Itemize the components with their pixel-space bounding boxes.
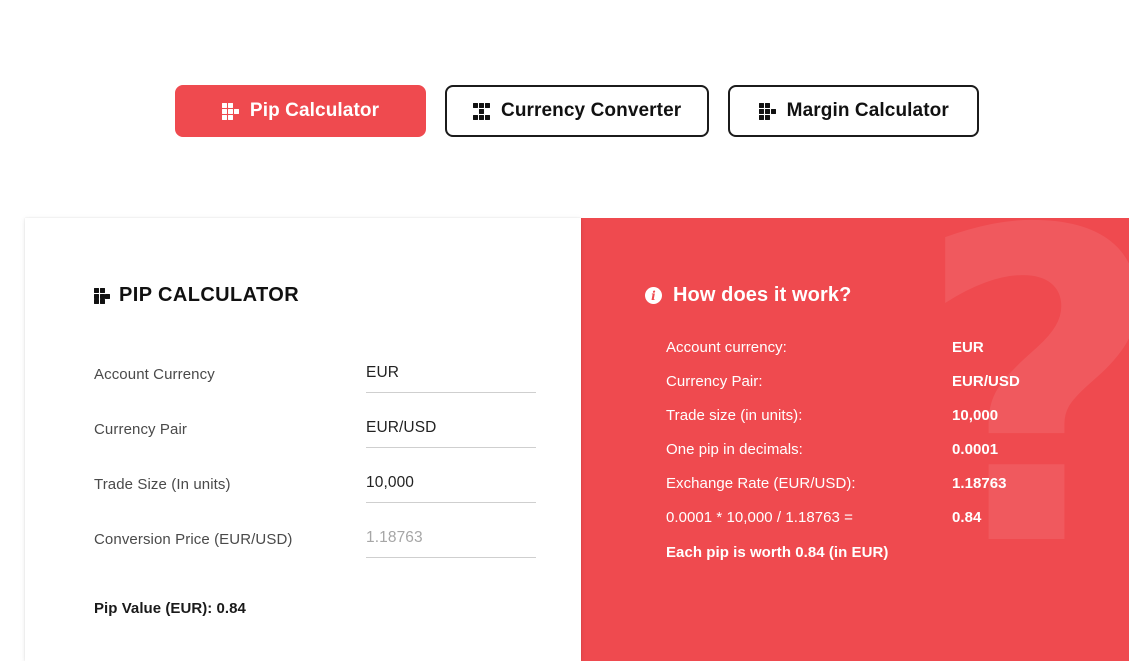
grid-margin-icon	[758, 102, 776, 120]
explainer-exchange-rate-label: Exchange Rate (EUR/USD):	[666, 475, 856, 492]
explainer-account-currency-value: EUR	[952, 339, 984, 356]
calculator-tab-bar: Pip Calculator Currency Converter Margin…	[0, 85, 1129, 137]
explainer-one-pip-label: One pip in decimals:	[666, 441, 803, 458]
pip-calculator-form: Account Currency EUR Currency Pair EUR/U…	[94, 356, 536, 576]
tab-currency-converter[interactable]: Currency Converter	[445, 85, 710, 137]
field-row-trade-size: Trade Size (In units) 10,000	[94, 466, 536, 521]
page-title: PIP CALCULATOR	[94, 284, 299, 307]
explainer-trade-size-value: 10,000	[952, 407, 999, 424]
pip-value-result: Pip Value (EUR): 0.84	[94, 600, 246, 617]
currency-pair-value: EUR/USD	[366, 419, 437, 436]
trade-size-label: Trade Size (In units)	[94, 476, 231, 493]
account-currency-value: EUR	[366, 364, 400, 381]
trade-size-input[interactable]: 10,000	[366, 466, 536, 503]
tab-margin-calculator[interactable]: Margin Calculator	[728, 85, 980, 137]
explainer-formula-label: 0.0001 * 10,000 / 1.18763 =	[666, 509, 853, 526]
field-row-account-currency: Account Currency EUR	[94, 356, 536, 411]
calculator-panels: PIP CALCULATOR Account Currency EUR Curr…	[25, 218, 1129, 661]
currency-pair-label: Currency Pair	[94, 421, 187, 438]
field-row-currency-pair: Currency Pair EUR/USD	[94, 411, 536, 466]
explainer-currency-pair-value: EUR/USD	[952, 373, 1020, 390]
explainer-row: Trade size (in units): 10,000	[666, 407, 1066, 441]
explainer-row: One pip in decimals: 0.0001	[666, 441, 1066, 475]
account-currency-label: Account Currency	[94, 366, 215, 383]
field-row-conversion-price: Conversion Price (EUR/USD) 1.18763	[94, 521, 536, 576]
page-title-label: PIP CALCULATOR	[119, 284, 300, 306]
tab-pip-calculator[interactable]: Pip Calculator	[175, 85, 426, 137]
currency-pair-input[interactable]: EUR/USD	[366, 411, 536, 448]
conversion-price-input[interactable]: 1.18763	[366, 521, 536, 558]
how-it-works-rows: Account currency: EUR Currency Pair: EUR…	[666, 339, 1066, 578]
account-currency-input[interactable]: EUR	[366, 356, 536, 393]
explainer-row: Currency Pair: EUR/USD	[666, 373, 1066, 407]
info-icon: i	[645, 287, 662, 304]
grid-pip-icon	[221, 102, 239, 120]
explainer-formula-value: 0.84	[952, 509, 982, 526]
grid-pip-icon	[94, 287, 110, 304]
grid-converter-icon	[473, 102, 490, 120]
tab-margin-calculator-label: Margin Calculator	[786, 100, 949, 121]
how-it-works-title: i How does it work?	[645, 284, 851, 307]
tab-pip-calculator-label: Pip Calculator	[249, 100, 380, 121]
tab-currency-converter-label: Currency Converter	[501, 100, 682, 121]
explainer-row: 0.0001 * 10,000 / 1.18763 = 0.84	[666, 509, 1066, 543]
explainer-row: Account currency: EUR	[666, 339, 1066, 373]
how-it-works-panel: ? i How does it work? Account currency: …	[581, 218, 1129, 661]
explainer-row: Exchange Rate (EUR/USD): 1.18763	[666, 475, 1066, 509]
explainer-currency-pair-label: Currency Pair:	[666, 373, 763, 390]
conversion-price-label: Conversion Price (EUR/USD)	[94, 531, 293, 548]
explainer-account-currency-label: Account currency:	[666, 339, 787, 356]
explainer-conclusion: Each pip is worth 0.84 (in EUR)	[666, 544, 889, 561]
trade-size-value: 10,000	[366, 474, 415, 491]
explainer-trade-size-label: Trade size (in units):	[666, 407, 803, 424]
explainer-one-pip-value: 0.0001	[952, 441, 999, 458]
how-it-works-title-label: How does it work?	[673, 284, 852, 306]
conversion-price-value: 1.18763	[366, 529, 423, 546]
pip-calculator-card: PIP CALCULATOR Account Currency EUR Curr…	[25, 218, 581, 661]
explainer-exchange-rate-value: 1.18763	[952, 475, 1007, 492]
